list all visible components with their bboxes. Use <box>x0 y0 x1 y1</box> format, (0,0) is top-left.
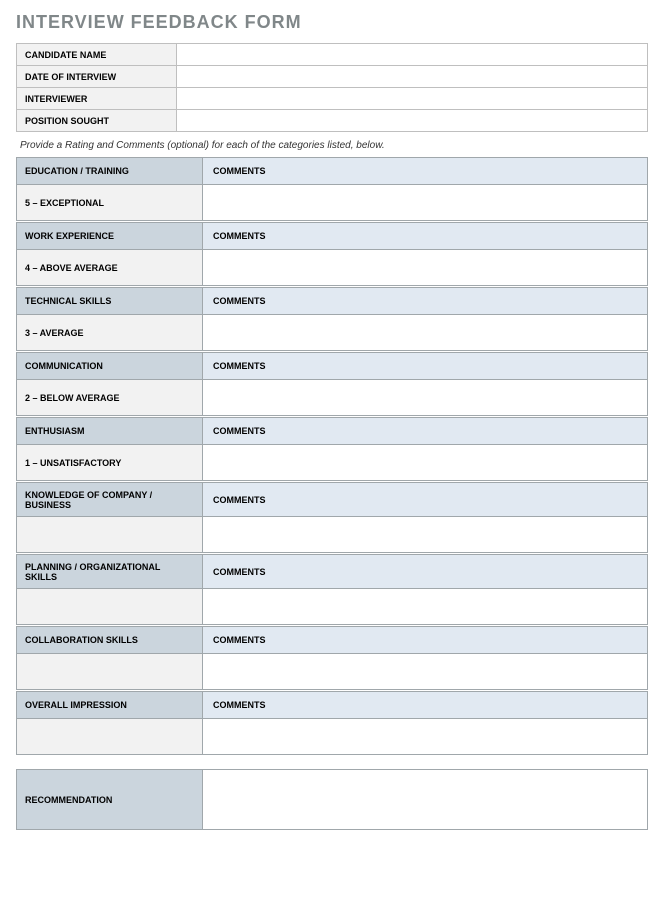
comments-header: COMMENTS <box>203 418 648 445</box>
interviewer-value[interactable] <box>177 88 648 110</box>
recommendation-table: RECOMMENDATION <box>16 769 648 830</box>
interview-date-label: DATE OF INTERVIEW <box>17 66 177 88</box>
category-name: ENTHUSIASM <box>17 418 203 445</box>
category-rating[interactable]: 5 – EXCEPTIONAL <box>17 185 203 221</box>
recommendation-label: RECOMMENDATION <box>17 770 203 830</box>
category-rating[interactable] <box>17 517 203 553</box>
category-comments[interactable] <box>203 445 648 481</box>
interviewer-label: INTERVIEWER <box>17 88 177 110</box>
recommendation-value[interactable] <box>203 770 648 830</box>
category-comments[interactable] <box>203 589 648 625</box>
category-rating[interactable]: 3 – AVERAGE <box>17 315 203 351</box>
position-value[interactable] <box>177 110 648 132</box>
category-rating[interactable] <box>17 654 203 690</box>
category-name: WORK EXPERIENCE <box>17 223 203 250</box>
category-comments[interactable] <box>203 654 648 690</box>
form-title: INTERVIEW FEEDBACK FORM <box>16 12 648 33</box>
category-rating[interactable]: 2 – BELOW AVERAGE <box>17 380 203 416</box>
comments-header: COMMENTS <box>203 483 648 517</box>
category-comments[interactable] <box>203 719 648 755</box>
comments-header: COMMENTS <box>203 555 648 589</box>
comments-header: COMMENTS <box>203 288 648 315</box>
position-label: POSITION SOUGHT <box>17 110 177 132</box>
category-name: EDUCATION / TRAINING <box>17 158 203 185</box>
category-rating[interactable] <box>17 719 203 755</box>
category-comments[interactable] <box>203 250 648 286</box>
comments-header: COMMENTS <box>203 158 648 185</box>
category-rating[interactable] <box>17 589 203 625</box>
category-name: COLLABORATION SKILLS <box>17 627 203 654</box>
category-comments[interactable] <box>203 517 648 553</box>
category-rating[interactable]: 1 – UNSATISFACTORY <box>17 445 203 481</box>
category-name: COMMUNICATION <box>17 353 203 380</box>
comments-header: COMMENTS <box>203 223 648 250</box>
category-rating[interactable]: 4 – ABOVE AVERAGE <box>17 250 203 286</box>
interview-date-value[interactable] <box>177 66 648 88</box>
category-name: KNOWLEDGE OF COMPANY / BUSINESS <box>17 483 203 517</box>
comments-header: COMMENTS <box>203 353 648 380</box>
comments-header: COMMENTS <box>203 692 648 719</box>
categories-table: EDUCATION / TRAININGCOMMENTS5 – EXCEPTIO… <box>16 157 648 755</box>
instruction-text: Provide a Rating and Comments (optional)… <box>16 132 648 157</box>
category-comments[interactable] <box>203 315 648 351</box>
category-name: PLANNING / ORGANIZATIONAL SKILLS <box>17 555 203 589</box>
category-name: OVERALL IMPRESSION <box>17 692 203 719</box>
category-name: TECHNICAL SKILLS <box>17 288 203 315</box>
candidate-name-value[interactable] <box>177 44 648 66</box>
category-comments[interactable] <box>203 185 648 221</box>
candidate-info-table: CANDIDATE NAME DATE OF INTERVIEW INTERVI… <box>16 43 648 132</box>
candidate-name-label: CANDIDATE NAME <box>17 44 177 66</box>
comments-header: COMMENTS <box>203 627 648 654</box>
category-comments[interactable] <box>203 380 648 416</box>
